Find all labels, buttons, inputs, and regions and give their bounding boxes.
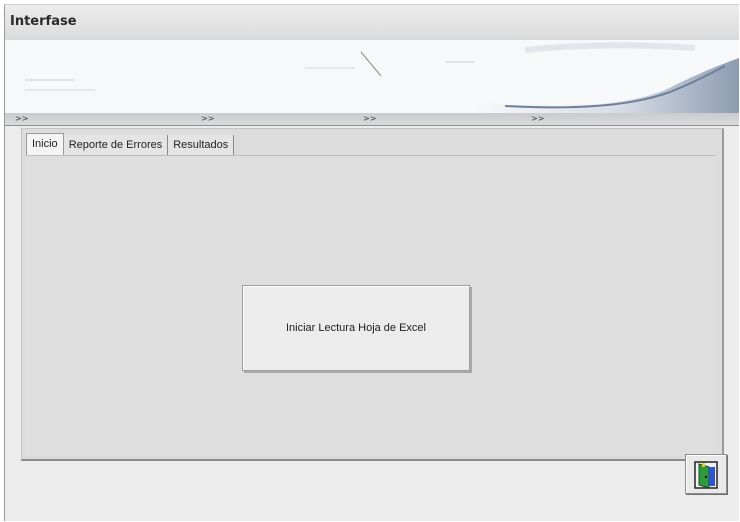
exit-door-icon <box>694 461 718 489</box>
nav-marker: >> <box>15 114 29 123</box>
tab-control: Inicio Reporte de Errores Resultados Ini… <box>21 128 724 461</box>
nav-strip: >> >> >> >> <box>5 113 739 126</box>
nav-marker: >> <box>201 114 215 123</box>
content-area: Inicio Reporte de Errores Resultados Ini… <box>5 126 739 521</box>
tab-reporte-de-errores[interactable]: Reporte de Errores <box>63 135 169 155</box>
window-title: Interfase <box>10 14 77 29</box>
exit-button[interactable] <box>685 454 727 494</box>
start-excel-read-button[interactable]: Iniciar Lectura Hoja de Excel <box>242 285 470 371</box>
nav-marker: >> <box>531 114 545 123</box>
tab-inicio[interactable]: Inicio <box>26 133 64 156</box>
app-window: Interfase >> >> >> >> Inicio Reporte de … <box>4 4 739 521</box>
tab-strip: Inicio Reporte de Errores Resultados <box>26 133 235 156</box>
banner-graphic <box>25 42 739 114</box>
tab-resultados[interactable]: Resultados <box>168 135 235 155</box>
tab-panel-inicio: Iniciar Lectura Hoja de Excel <box>26 155 716 456</box>
header-banner <box>5 39 739 114</box>
title-bar: Interfase <box>5 5 739 39</box>
nav-marker: >> <box>363 114 377 123</box>
